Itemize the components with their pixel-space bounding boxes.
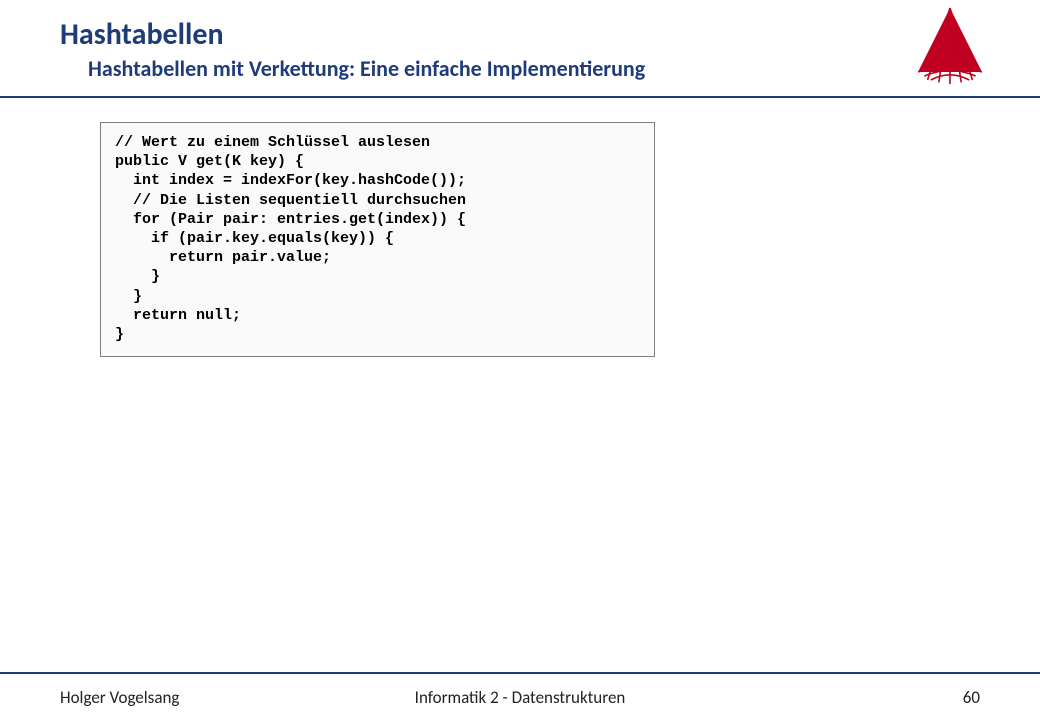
slide-footer: Holger Vogelsang Informatik 2 - Datenstr… [0,674,1040,720]
slide-subtitle: Hashtabellen mit Verkettung: Eine einfac… [60,55,980,82]
code-listing: // Wert zu einem Schlüssel auslesen publ… [115,133,640,344]
footer-course: Informatik 2 - Datenstrukturen [0,687,1040,708]
slide-header: Hashtabellen Hashtabellen mit Verkettung… [0,0,1040,82]
institution-logo-icon [910,4,990,84]
header-divider [0,96,1040,98]
code-box: // Wert zu einem Schlüssel auslesen publ… [100,122,655,357]
slide-content: // Wert zu einem Schlüssel auslesen publ… [0,110,1040,660]
footer-page-number: 60 [963,687,980,708]
slide-title: Hashtabellen [60,18,980,51]
slide: Hashtabellen Hashtabellen mit Verkettung… [0,0,1040,720]
